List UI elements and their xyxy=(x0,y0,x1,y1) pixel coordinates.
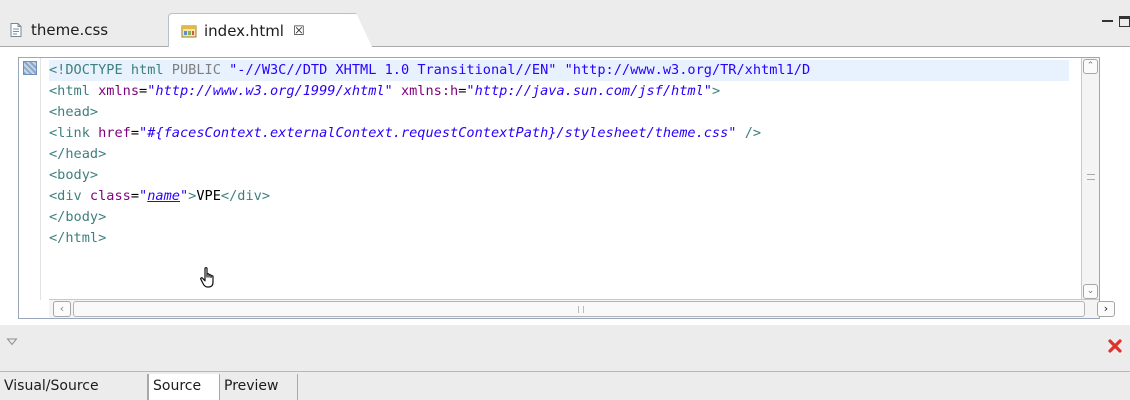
code-line[interactable]: </html> xyxy=(49,228,1069,249)
editor-tab-bar: theme.css index.html ☒ xyxy=(0,0,1130,49)
code-area[interactable]: <!DOCTYPE html PUBLIC "-//W3C//DTD XHTML… xyxy=(49,60,1069,300)
editor-mode-tabs: Visual/Source Source Preview xyxy=(0,371,1130,400)
code-token: class xyxy=(89,188,131,204)
scroll-down-icon[interactable]: ⌄ xyxy=(1083,284,1098,299)
tab-preview[interactable]: Preview xyxy=(220,374,298,400)
code-token: /> xyxy=(744,125,762,141)
tab-index-html[interactable]: index.html ☒ xyxy=(168,13,374,49)
error-x-icon[interactable] xyxy=(1108,339,1122,353)
code-line[interactable]: <!DOCTYPE html PUBLIC "-//W3C//DTD XHTML… xyxy=(49,60,1069,81)
code-line[interactable]: <body> xyxy=(49,165,1069,186)
horizontal-scroll-thumb[interactable] xyxy=(73,301,1085,317)
vertical-ruler xyxy=(19,58,41,300)
tab-edge-curve xyxy=(344,13,374,49)
source-editor[interactable]: <!DOCTYPE html PUBLIC "-//W3C//DTD XHTML… xyxy=(18,57,1115,319)
code-token: <html xyxy=(49,83,99,99)
tab-theme-css[interactable]: theme.css xyxy=(8,13,168,47)
minimize-icon[interactable] xyxy=(1102,20,1113,23)
code-token: </html> xyxy=(49,230,107,246)
code-line[interactable]: <div class="name">VPE</div> xyxy=(49,186,1069,207)
scroll-left-icon[interactable]: ‹ xyxy=(53,301,71,317)
tab-visual-source[interactable]: Visual/Source xyxy=(0,374,148,400)
code-token: = xyxy=(130,125,140,141)
code-token: <link xyxy=(49,125,99,141)
current-line-marker-icon xyxy=(23,61,37,75)
tab-source[interactable]: Source xyxy=(148,374,220,400)
code-token: " xyxy=(179,188,189,204)
code-token: html xyxy=(130,62,172,78)
html-file-icon xyxy=(181,25,197,38)
source-editor-pane: <!DOCTYPE html PUBLIC "-//W3C//DTD XHTML… xyxy=(0,47,1130,325)
code-token: href xyxy=(98,125,131,141)
code-line[interactable]: <head> xyxy=(49,102,1069,123)
code-line[interactable]: <html xmlns="http://www.w3.org/1999/xhtm… xyxy=(49,81,1069,102)
code-token: > xyxy=(711,83,721,99)
scroll-right-icon[interactable]: › xyxy=(1097,301,1115,317)
code-token: "http://www.w3.org/1999/xhtml" xyxy=(147,83,393,99)
code-token: "-//W3C//DTD XHTML 1.0 Transitional//EN"… xyxy=(229,62,811,78)
view-controls xyxy=(1102,16,1130,27)
hand-pointer-icon xyxy=(200,267,214,288)
code-token: xmlns xyxy=(98,83,140,99)
code-line[interactable]: </body> xyxy=(49,207,1069,228)
code-token: </body> xyxy=(49,209,107,225)
code-token: "http://java.sun.com/jsf/html" xyxy=(466,83,712,99)
code-token: "#{facesContext.externalContext.requestC… xyxy=(139,125,737,141)
scroll-grip-icon xyxy=(1087,174,1095,180)
scroll-grip-icon xyxy=(578,306,584,313)
editor-lower-strip xyxy=(0,325,1130,370)
scroll-up-icon[interactable]: ⌃ xyxy=(1083,59,1098,74)
code-token: VPE xyxy=(196,188,221,204)
code-token: = xyxy=(139,83,148,99)
code-line[interactable]: </head> xyxy=(49,144,1069,165)
code-token: DOCTYPE xyxy=(65,62,131,78)
code-token: <div xyxy=(49,188,90,204)
tab-index-html-label: index.html xyxy=(204,22,284,40)
code-token: <! xyxy=(49,62,66,78)
code-token: " xyxy=(139,188,148,204)
code-token: xmlns:h xyxy=(400,83,459,99)
code-token: PUBLIC xyxy=(171,62,230,78)
code-token: </head> xyxy=(49,146,107,162)
css-class-link[interactable]: name xyxy=(147,188,180,204)
code-token: <body> xyxy=(49,167,99,183)
collapse-triangle-icon[interactable] xyxy=(6,337,18,347)
horizontal-scrollbar[interactable]: ‹ › xyxy=(49,299,1115,318)
code-line[interactable]: <link href="#{facesContext.externalConte… xyxy=(49,123,1069,144)
css-file-icon xyxy=(10,23,22,37)
tab-theme-css-label: theme.css xyxy=(31,21,109,39)
code-token: <head> xyxy=(49,104,99,120)
close-tab-icon[interactable]: ☒ xyxy=(293,24,305,39)
code-token: </div> xyxy=(220,188,271,204)
code-token: = xyxy=(130,188,140,204)
maximize-icon[interactable] xyxy=(1119,16,1130,27)
vertical-scrollbar[interactable]: ⌃ ⌄ xyxy=(1081,58,1099,300)
